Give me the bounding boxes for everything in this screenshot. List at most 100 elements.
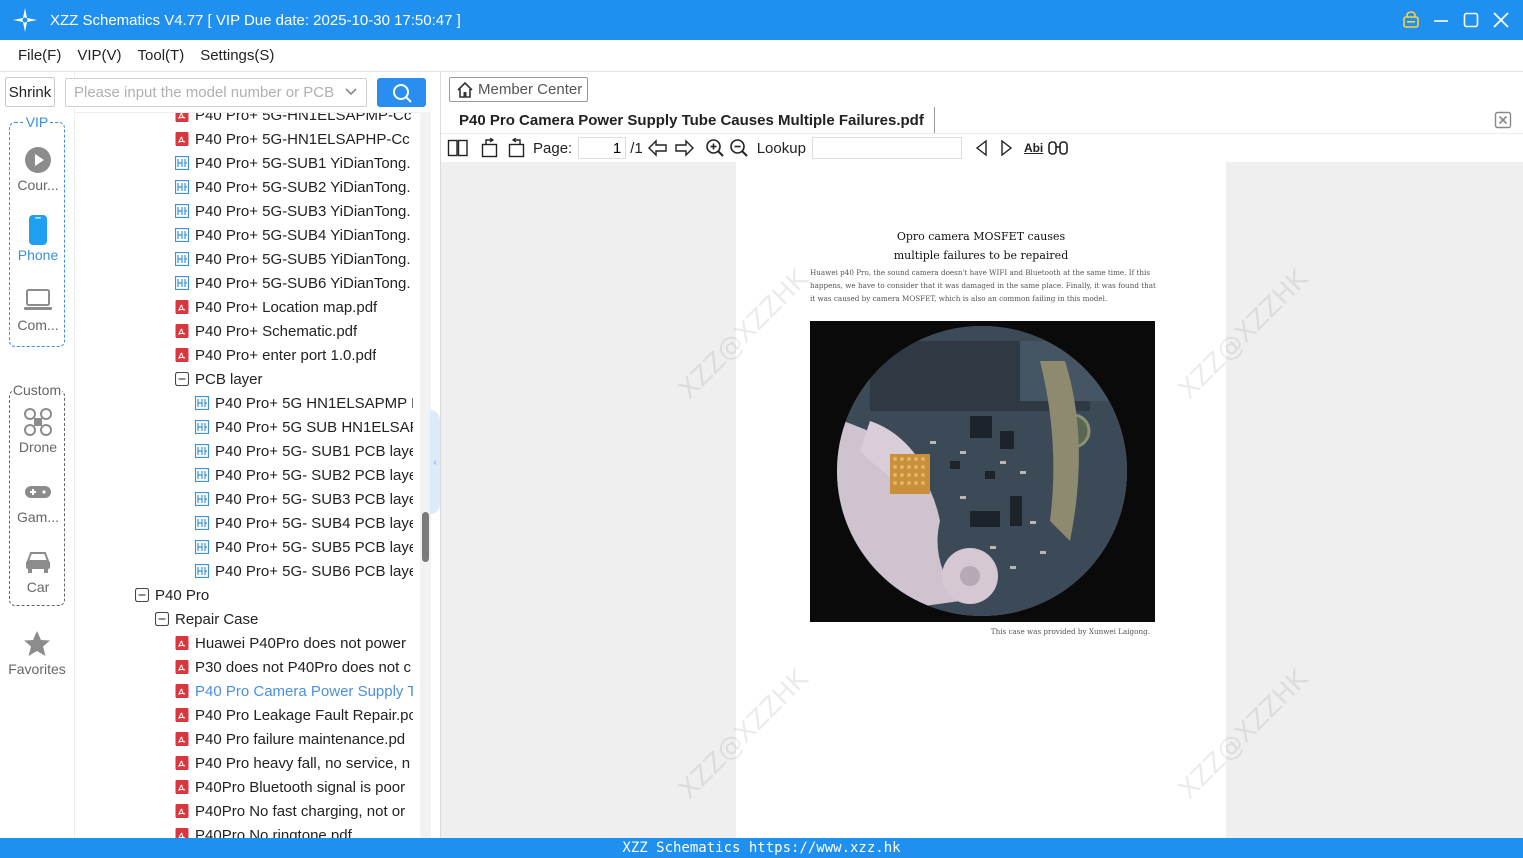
tree-file-item[interactable]: P40 Pro failure maintenance.pd bbox=[175, 727, 413, 751]
status-bar: XZZ Schematics https://www.xzz.hk bbox=[0, 838, 1523, 858]
pcb-file-icon bbox=[175, 276, 189, 290]
collapse-icon[interactable] bbox=[175, 372, 189, 386]
search-input[interactable]: Please input the model number or PCB bbox=[65, 78, 367, 107]
tree-file-item[interactable]: P40 Pro+ 5G- SUB2 PCB laye bbox=[195, 463, 413, 487]
tree-item-label: P40 Pro bbox=[155, 586, 210, 604]
shrink-button[interactable]: Shrink bbox=[5, 77, 55, 107]
pcb-file-icon bbox=[175, 156, 189, 170]
document-tab[interactable]: P40 Pro Camera Power Supply Tube Causes … bbox=[449, 107, 935, 133]
custom-group: Custom Drone Gam... Car bbox=[9, 382, 66, 606]
pdf-title-line-1: Opro camera MOSFET causes bbox=[896, 230, 1066, 243]
tree-file-item[interactable]: P40 Pro+ 5G-HN1ELSAPHP-Cc bbox=[175, 127, 413, 151]
rail-item-car[interactable]: Car bbox=[10, 545, 66, 595]
match-case-icon[interactable]: Abi bbox=[1024, 136, 1043, 160]
next-page-icon[interactable] bbox=[673, 136, 695, 160]
rail-item-label: Cour... bbox=[17, 177, 59, 193]
tree-item-label: P30 does not P40Pro does not c bbox=[195, 658, 411, 676]
pdf-file-icon bbox=[175, 828, 189, 838]
menu-file[interactable]: File(F) bbox=[18, 47, 61, 64]
tree-item-label: P40 Pro Leakage Fault Repair.pc bbox=[195, 706, 413, 724]
tree-file-item[interactable]: P40 Pro+ 5G-SUB5 YiDianTong. bbox=[175, 247, 413, 271]
tree-file-item[interactable]: P40 Pro+ 5G- SUB1 PCB laye bbox=[195, 439, 413, 463]
binoculars-icon[interactable] bbox=[1047, 136, 1069, 160]
tree-file-item[interactable]: P40Pro No fast charging, not or bbox=[175, 799, 413, 823]
rotate-right-icon[interactable] bbox=[505, 136, 527, 160]
rail-item-phone[interactable]: Phone bbox=[10, 213, 66, 263]
menu-vip[interactable]: VIP(V) bbox=[77, 47, 121, 64]
model-tree: P40 Pro+ 5G-HN1ELSAPMP-Cc P40 Pro+ 5G-HN1… bbox=[75, 112, 420, 838]
scroll-thumb[interactable] bbox=[422, 512, 429, 562]
pdf-file-icon bbox=[175, 348, 189, 362]
tree-folder-node[interactable]: P40 Pro bbox=[135, 583, 413, 607]
two-page-view-icon[interactable] bbox=[447, 136, 469, 160]
rail-item-favorites[interactable]: Favorites bbox=[7, 627, 67, 677]
pcb-file-icon bbox=[175, 204, 189, 218]
close-button[interactable] bbox=[1489, 6, 1513, 34]
tree-file-item[interactable]: P40 Pro+ Location map.pdf bbox=[175, 295, 413, 319]
rail-item-label: Com... bbox=[17, 317, 59, 333]
tree-folder-node[interactable]: PCB layer bbox=[175, 367, 413, 391]
close-document-button[interactable] bbox=[1493, 110, 1513, 130]
rail-item-label: Drone bbox=[18, 439, 58, 455]
menu-settings[interactable]: Settings(S) bbox=[200, 47, 274, 64]
tree-file-item[interactable]: P40 Pro+ 5G HN1ELSAPMP F bbox=[195, 391, 413, 415]
tree-file-item[interactable]: P40 Pro Leakage Fault Repair.pc bbox=[175, 703, 413, 727]
tree-item-label: Repair Case bbox=[175, 610, 259, 628]
rail-item-drone[interactable]: Drone bbox=[10, 405, 66, 455]
rail-item-computer[interactable]: Com... bbox=[10, 283, 66, 333]
rail-item-course[interactable]: Cour... bbox=[10, 143, 66, 193]
tree-folder-node[interactable]: Repair Case bbox=[155, 607, 413, 631]
maximize-button[interactable] bbox=[1459, 6, 1483, 34]
tree-file-item[interactable]: P40 Pro+ 5G-HN1ELSAPMP-Cc bbox=[175, 113, 413, 127]
pdf-toolbar: Page: /1 Lookup Abi bbox=[441, 134, 1523, 162]
pcb-microscope-photo bbox=[810, 321, 1155, 622]
tree-file-item[interactable]: P40 Pro+ Schematic.pdf bbox=[175, 319, 413, 343]
custom-group-label: Custom bbox=[11, 382, 63, 398]
tree-file-item[interactable]: P40Pro Bluetooth signal is poor bbox=[175, 775, 413, 799]
tree-file-item[interactable]: P40 Pro+ 5G- SUB4 PCB laye bbox=[195, 511, 413, 535]
phone-icon bbox=[10, 213, 66, 247]
tree-item-label: P40Pro Bluetooth signal is poor bbox=[195, 778, 406, 796]
collapse-icon[interactable] bbox=[135, 588, 149, 602]
tree-file-item[interactable]: P40 Pro+ 5G- SUB3 PCB laye bbox=[195, 487, 413, 511]
tree-item-label: P40 Pro+ 5G- SUB4 PCB laye bbox=[215, 514, 413, 532]
vip-lock-icon[interactable] bbox=[1399, 6, 1423, 34]
tree-file-item[interactable]: P40 Pro Camera Power Supply T bbox=[175, 679, 413, 703]
tree-file-item[interactable]: P40 Pro+ enter port 1.0.pdf bbox=[175, 343, 413, 367]
find-next-icon[interactable] bbox=[998, 136, 1014, 160]
tree-item-label: P40Pro No fast charging, not or bbox=[195, 802, 406, 820]
search-button[interactable] bbox=[377, 78, 426, 107]
menu-tool[interactable]: Tool(T) bbox=[138, 47, 185, 64]
tree-file-item[interactable]: P40Pro No ringtone.pdf bbox=[175, 823, 413, 838]
tree-file-item[interactable]: P40 Pro+ 5G-SUB1 YiDianTong. bbox=[175, 151, 413, 175]
tree-file-item[interactable]: P40 Pro+ 5G-SUB4 YiDianTong. bbox=[175, 223, 413, 247]
tree-file-item[interactable]: Huawei P40Pro does not power bbox=[175, 631, 413, 655]
previous-page-icon[interactable] bbox=[647, 136, 669, 160]
member-center-button[interactable]: Member Center bbox=[449, 77, 588, 102]
star-icon bbox=[7, 627, 67, 661]
rotate-left-icon[interactable] bbox=[479, 136, 501, 160]
page-number-input[interactable] bbox=[578, 137, 627, 159]
pdf-canvas[interactable]: Opro camera MOSFET causes multiple failu… bbox=[441, 162, 1523, 838]
tree-file-item[interactable]: P40 Pro+ 5G SUB HN1ELSAP bbox=[195, 415, 413, 439]
tree-file-item[interactable]: P40 Pro heavy fall, no service, n bbox=[175, 751, 413, 775]
find-previous-icon[interactable] bbox=[974, 136, 990, 160]
tree-file-item[interactable]: P40 Pro+ 5G- SUB5 PCB laye bbox=[195, 535, 413, 559]
zoom-in-icon[interactable] bbox=[705, 136, 725, 160]
chevron-down-icon[interactable] bbox=[344, 85, 358, 103]
pcb-file-icon bbox=[195, 564, 209, 578]
zoom-out-icon[interactable] bbox=[729, 136, 749, 160]
collapse-panel-handle[interactable]: ‹ bbox=[430, 410, 440, 514]
tree-file-item[interactable]: P40 Pro+ 5G- SUB6 PCB laye bbox=[195, 559, 413, 583]
tree-file-item[interactable]: P40 Pro+ 5G-SUB2 YiDianTong. bbox=[175, 175, 413, 199]
lookup-input[interactable] bbox=[811, 137, 962, 159]
car-icon bbox=[10, 545, 66, 579]
minimize-button[interactable] bbox=[1429, 6, 1453, 34]
tree-file-item[interactable]: P40 Pro+ 5G-SUB6 YiDianTong. bbox=[175, 271, 413, 295]
tree-item-label: P40 Pro+ 5G- SUB6 PCB laye bbox=[215, 562, 413, 580]
tree-item-label: P40 Pro+ 5G-SUB1 YiDianTong. bbox=[195, 154, 411, 172]
tree-file-item[interactable]: P40 Pro+ 5G-SUB3 YiDianTong. bbox=[175, 199, 413, 223]
tree-file-item[interactable]: P30 does not P40Pro does not c bbox=[175, 655, 413, 679]
rail-item-game[interactable]: Gam... bbox=[10, 475, 66, 525]
collapse-icon[interactable] bbox=[155, 612, 169, 626]
